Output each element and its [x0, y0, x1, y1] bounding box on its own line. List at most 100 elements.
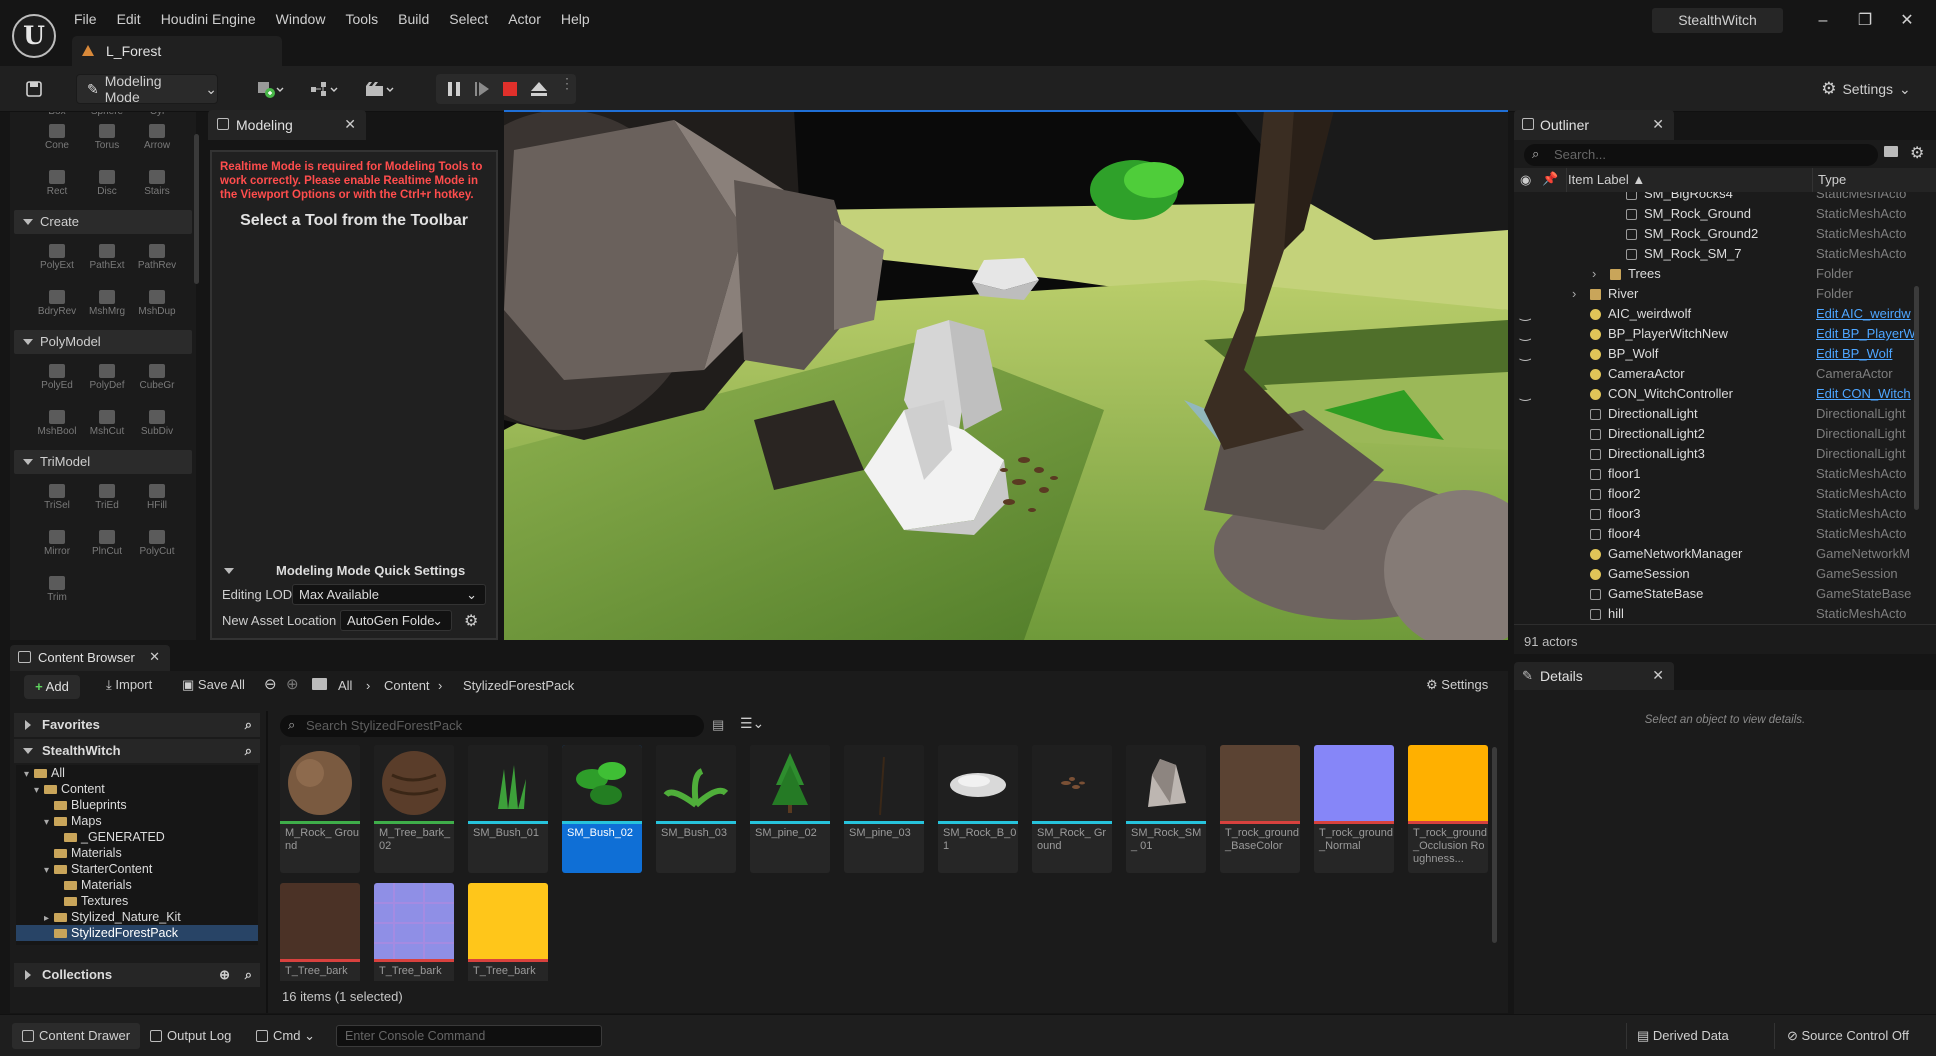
- asset-grid-scrollbar[interactable]: [1492, 747, 1497, 943]
- breadcrumb-content[interactable]: Content: [384, 678, 430, 693]
- outliner-row[interactable]: hill StaticMeshActo: [1514, 604, 1936, 624]
- asset-tile[interactable]: T_Tree_bark: [280, 883, 360, 981]
- expand-arrow-icon[interactable]: ›: [1592, 264, 1596, 284]
- outliner-row[interactable]: DirectionalLight3 DirectionalLight: [1514, 444, 1936, 464]
- close-icon[interactable]: ✕: [1652, 667, 1664, 684]
- tool-polycut[interactable]: PolyCut: [132, 526, 182, 564]
- outliner-row[interactable]: › Trees Folder: [1514, 264, 1936, 284]
- quick-settings-header[interactable]: Modeling Mode Quick Settings: [212, 560, 496, 582]
- asset-tile[interactable]: M_Tree_bark_ 02: [374, 745, 454, 873]
- folder-tree-item[interactable]: ▸ Stylized_Nature_Kit: [16, 909, 258, 925]
- tool-mshmrg[interactable]: MshMrg: [82, 286, 132, 324]
- folder-tree-item[interactable]: StylizedForestPack: [16, 925, 258, 941]
- tab-content-browser[interactable]: Content Browser ✕: [10, 645, 170, 671]
- item-label-column[interactable]: Item Label ▲: [1568, 172, 1645, 187]
- section-trimodel[interactable]: TriModel: [14, 450, 192, 474]
- outliner-row[interactable]: DirectionalLight DirectionalLight: [1514, 404, 1936, 424]
- outliner-row[interactable]: CameraActor CameraActor: [1514, 364, 1936, 384]
- breadcrumb-stylizedforestpack[interactable]: StylizedForestPack: [463, 678, 574, 693]
- tool-rect[interactable]: Rect: [32, 166, 82, 204]
- asset-tile[interactable]: T_Tree_bark: [374, 883, 454, 981]
- expand-arrow-icon[interactable]: ›: [1572, 284, 1576, 304]
- close-icon[interactable]: ✕: [1652, 116, 1664, 133]
- folder-icon[interactable]: [312, 678, 327, 690]
- folder-tree-item[interactable]: Blueprints: [16, 797, 258, 813]
- cinematics-button[interactable]: [360, 74, 400, 104]
- cb-settings-button[interactable]: ⚙ Settings: [1426, 677, 1488, 693]
- outliner-row[interactable]: ‿ AIC_weirdwolf Edit AIC_weirdw: [1514, 304, 1936, 324]
- derived-data-button[interactable]: ▤ Derived Data: [1626, 1023, 1729, 1049]
- eject-icon[interactable]: [530, 81, 548, 97]
- tool-torus[interactable]: Torus: [82, 120, 132, 158]
- add-collection-icon[interactable]: ⊕: [219, 963, 230, 987]
- menu-houdini-engine[interactable]: Houdini Engine: [151, 8, 266, 30]
- outliner-scrollbar[interactable]: [1914, 286, 1919, 510]
- breadcrumb-all[interactable]: All: [338, 678, 352, 693]
- blueprint-button[interactable]: [304, 74, 344, 104]
- tool-polyed[interactable]: PolyEd: [32, 360, 82, 398]
- visibility-icon[interactable]: ‿: [1520, 344, 1530, 364]
- tool-trisel[interactable]: TriSel: [32, 480, 82, 518]
- import-button[interactable]: ⤓ Import: [106, 677, 152, 693]
- outliner-row[interactable]: ‿ BP_Wolf Edit BP_Wolf: [1514, 344, 1936, 364]
- save-search-icon[interactable]: ▤: [712, 717, 724, 733]
- save-all-button[interactable]: ▣ Save All: [182, 677, 245, 693]
- gear-icon[interactable]: ⚙: [1910, 143, 1924, 163]
- close-icon[interactable]: ✕: [149, 649, 160, 665]
- outliner-row[interactable]: SM_Rock_Ground StaticMeshActo: [1514, 204, 1936, 224]
- close-icon[interactable]: ✕: [344, 116, 356, 133]
- outliner-row[interactable]: floor3 StaticMeshActo: [1514, 504, 1936, 524]
- outliner-row[interactable]: floor1 StaticMeshActo: [1514, 464, 1936, 484]
- outliner-row[interactable]: SM_Rock_Ground2 StaticMeshActo: [1514, 224, 1936, 244]
- outliner-row[interactable]: SM_BigRocks4 StaticMeshActo: [1514, 192, 1936, 204]
- tool-cone[interactable]: Cone: [32, 120, 82, 158]
- mode-selector-button[interactable]: ✎ Modeling Mode ⌄: [76, 73, 218, 105]
- tool-trim[interactable]: Trim: [32, 572, 82, 610]
- folder-tree-item[interactable]: _GENERATED: [16, 829, 258, 845]
- search-icon[interactable]: ⌕: [245, 963, 252, 987]
- outliner-row[interactable]: ‿ BP_PlayerWitchNew Edit BP_PlayerW: [1514, 324, 1936, 344]
- tool-pathrev[interactable]: PathRev: [132, 240, 182, 278]
- outliner-row[interactable]: floor2 StaticMeshActo: [1514, 484, 1936, 504]
- more-options-icon[interactable]: ⋮: [560, 76, 574, 98]
- asset-tile[interactable]: SM_Bush_02: [562, 745, 642, 873]
- menu-actor[interactable]: Actor: [498, 8, 551, 30]
- favorites-section[interactable]: Favorites ⌕: [14, 713, 260, 737]
- tab-details[interactable]: ✎ Details ✕: [1514, 662, 1674, 690]
- source-control-button[interactable]: ⊘ Source Control Off: [1774, 1023, 1909, 1049]
- tool-mshcut[interactable]: MshCut: [82, 406, 132, 444]
- tool-mshbool[interactable]: MshBool: [32, 406, 82, 444]
- folder-tree-item[interactable]: ▾ Content: [16, 781, 258, 797]
- asset-tile[interactable]: T_rock_ground _BaseColor: [1220, 745, 1300, 873]
- asset-tile[interactable]: SM_Rock_SM_ 01: [1126, 745, 1206, 873]
- asset-tile[interactable]: SM_pine_03: [844, 745, 924, 873]
- gear-icon[interactable]: ⚙: [464, 611, 478, 631]
- section-polymodel[interactable]: PolyModel: [14, 330, 192, 354]
- search-icon[interactable]: ⌕: [245, 713, 252, 737]
- folder-tree-item[interactable]: Textures: [16, 893, 258, 909]
- save-icon[interactable]: [22, 74, 46, 104]
- tool-disc[interactable]: Disc: [82, 166, 132, 204]
- forward-icon[interactable]: ⊕: [286, 675, 299, 693]
- tool-mirror[interactable]: Mirror: [32, 526, 82, 564]
- outliner-row[interactable]: ‿ CON_WitchController Edit CON_Witch: [1514, 384, 1936, 404]
- unreal-logo-icon[interactable]: U: [12, 14, 56, 58]
- visibility-icon[interactable]: ‿: [1520, 324, 1530, 344]
- outliner-row[interactable]: GameStateBase GameStateBase: [1514, 584, 1936, 604]
- menu-build[interactable]: Build: [388, 8, 439, 30]
- folder-tree-item[interactable]: Materials: [16, 845, 258, 861]
- asset-tile[interactable]: SM_Rock_ Ground: [1032, 745, 1112, 873]
- restore-icon[interactable]: ❐: [1850, 10, 1880, 32]
- back-icon[interactable]: ⊖: [264, 675, 277, 693]
- tool-subdiv[interactable]: SubDiv: [132, 406, 182, 444]
- tool-arrow[interactable]: Arrow: [132, 120, 182, 158]
- level-tab[interactable]: L_Forest: [72, 36, 282, 66]
- type-column[interactable]: Type: [1818, 172, 1846, 187]
- menu-edit[interactable]: Edit: [107, 8, 151, 30]
- tool-hfill[interactable]: HFill: [132, 480, 182, 518]
- add-button[interactable]: + Add: [24, 675, 80, 699]
- tab-outliner[interactable]: Outliner ✕: [1514, 110, 1674, 140]
- outliner-row[interactable]: floor4 StaticMeshActo: [1514, 524, 1936, 544]
- add-folder-icon[interactable]: [1884, 146, 1898, 157]
- splitter[interactable]: [266, 711, 268, 1013]
